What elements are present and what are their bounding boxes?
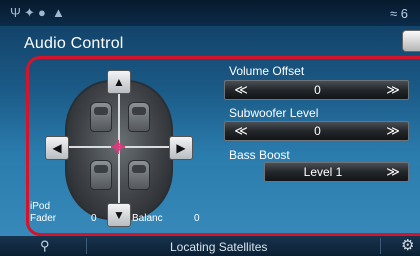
arrow-down-icon: ▼ [113,208,125,222]
subwoofer-level-decrease-button[interactable]: ≪ [229,122,253,140]
volume-offset-value: 0 [314,83,321,97]
status-bar: Ψ ✦ ● ▲ ≈ 6 [0,0,420,26]
listening-position-ring [114,143,122,151]
gear-icon[interactable]: ⚙ [401,236,420,256]
title-bar: Audio Control [0,26,420,58]
volume-offset-increase-button[interactable]: ≫ [381,81,405,99]
bottom-separator [380,238,381,254]
subwoofer-level-label: Subwoofer Level [229,106,319,120]
bluetooth-icon: ✦ [24,5,35,20]
balance-label: Balanc [132,213,163,224]
source-label: iPod [30,201,51,212]
volume-offset-label: Volume Offset [229,64,305,78]
phone-icon: ● [38,5,46,20]
subwoofer-level-increase-button[interactable]: ≫ [381,122,405,140]
arrow-up-icon: ▲ [113,75,125,89]
gps-status: Locating Satellites [170,240,268,254]
arrow-right-icon: ▶ [176,141,186,155]
subwoofer-level-value: 0 [314,124,321,138]
navigation-icon[interactable]: ⚲ [40,238,58,254]
page-title: Audio Control [24,35,124,52]
arrow-left-icon: ◀ [52,141,62,155]
bass-boost-next-button[interactable]: ≫ [381,163,405,181]
warning-icon: ▲ [52,5,65,20]
balance-right-button[interactable]: ▶ [169,136,193,160]
fader-front-button[interactable]: ▲ [107,70,131,94]
fader-label: Fader [30,213,57,224]
antenna-icon: Ψ [10,5,21,20]
volume-offset-decrease-button[interactable]: ≪ [229,81,253,99]
seat-front-left [90,102,112,132]
subwoofer-level-control: ≪ 0 ≫ [224,121,409,141]
seat-rear-left [90,160,112,190]
bass-boost-label: Bass Boost [229,148,290,162]
back-button[interactable] [402,30,420,52]
balance-value: 0 [194,213,200,224]
audio-control-screen: Ψ ✦ ● ▲ ≈ 6 Audio Control ▲ ▼ ◀ ▶ iPod F… [0,0,420,256]
bottom-separator [86,238,87,254]
fader-value: 0 [91,213,97,224]
balance-left-button[interactable]: ◀ [45,136,69,160]
wifi-icon: ≈ 6 [390,6,408,21]
seat-front-right [128,102,150,132]
signal-value: 6 [400,6,408,21]
fader-rear-button[interactable]: ▼ [107,203,131,227]
seat-rear-right [128,160,150,190]
bass-boost-control: Level 1 ≫ [264,162,409,182]
bass-boost-value: Level 1 [303,165,343,179]
volume-offset-control: ≪ 0 ≫ [224,80,409,100]
